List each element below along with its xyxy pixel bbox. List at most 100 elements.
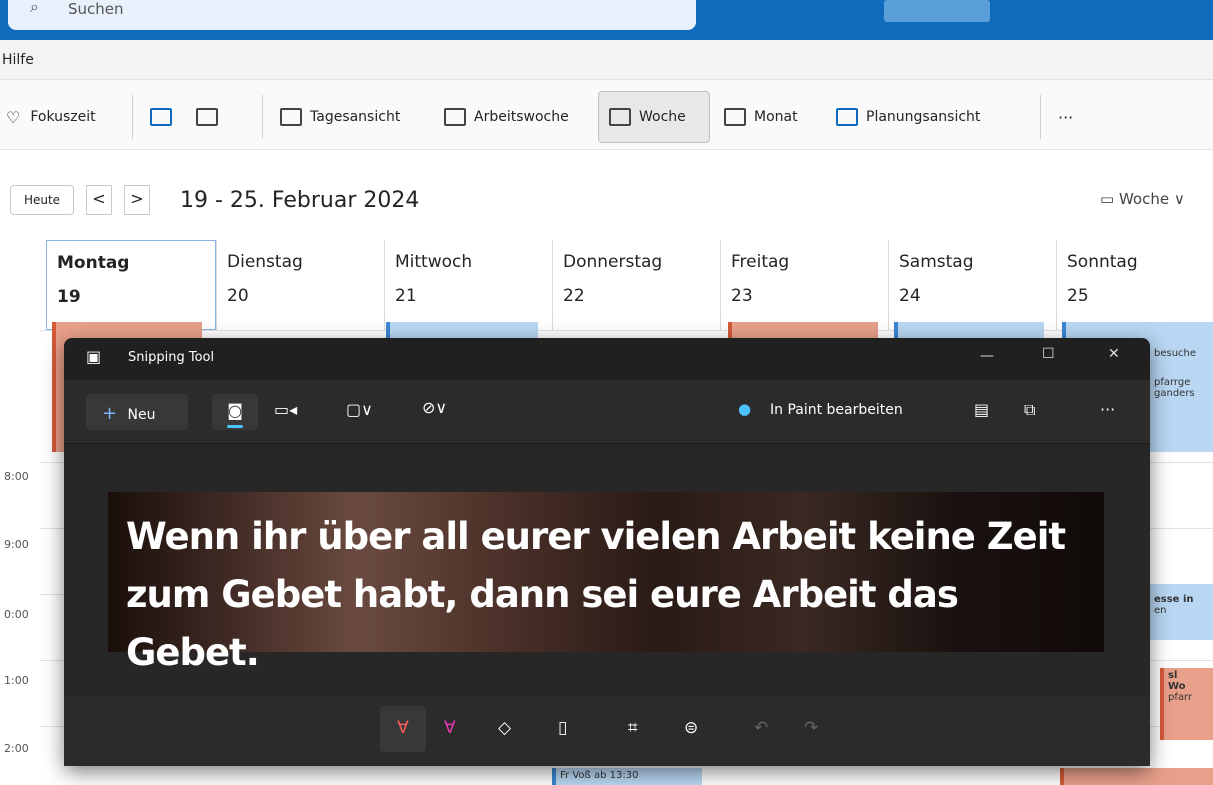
camera-icon: ◙ — [227, 401, 243, 420]
ribbon-separator — [1040, 95, 1041, 139]
redo-icon[interactable]: ↷ — [804, 718, 818, 738]
event-title: pfarr — [1168, 692, 1193, 703]
maximize-button[interactable]: ☐ — [1042, 346, 1055, 362]
month-view-icon — [724, 108, 746, 126]
header-button[interactable] — [884, 0, 990, 22]
day-view-label: Tagesansicht — [310, 109, 401, 125]
time-label: 1:00 — [4, 674, 29, 687]
week-view-label: Woche — [639, 109, 686, 125]
calendar-add-icon — [150, 108, 172, 126]
snip-shape-icon[interactable]: ▢∨ — [346, 400, 373, 419]
day-view-icon — [280, 108, 302, 126]
more-options-button[interactable]: ··· — [1100, 400, 1115, 419]
day-number: 21 — [395, 286, 417, 306]
quote-line-2: zum Gebet habt, dann sei eure Arbeit das… — [126, 573, 959, 674]
undo-icon[interactable]: ↶ — [754, 718, 768, 738]
screenshot-mode-button[interactable]: ◙ — [212, 394, 258, 430]
view-selector[interactable]: ▭ Woche ∨ — [1100, 190, 1185, 208]
time-label: 2:00 — [4, 742, 29, 755]
day-name: Freitag — [731, 252, 790, 272]
week-view-button[interactable]: Woche — [598, 91, 710, 143]
day-name: Samstag — [899, 252, 974, 272]
focus-time-button[interactable]: ♡ Fokuszeit — [6, 91, 96, 143]
time-label: 0:00 — [4, 608, 29, 621]
schedule-view-label: Planungsansicht — [866, 109, 981, 125]
video-mode-icon[interactable]: ▭◂ — [274, 400, 297, 419]
calendar-icon: ▭ — [1100, 190, 1119, 208]
day-header-tuesday[interactable]: Dienstag 20 — [216, 240, 384, 330]
search-placeholder: Suchen — [68, 0, 124, 18]
menu-help[interactable]: Hilfe — [2, 52, 34, 68]
window-title: Snipping Tool — [128, 350, 215, 365]
ballpoint-pen-icon[interactable]: ∀ — [380, 706, 426, 752]
text-actions-icon[interactable]: ⊜ — [684, 718, 698, 738]
schedule-view-icon — [836, 108, 858, 126]
day-header-friday[interactable]: Freitag 23 — [720, 240, 888, 330]
ribbon-more-button[interactable]: ··· — [1058, 91, 1073, 143]
calendar-event[interactable] — [1060, 768, 1213, 785]
day-name: Sonntag — [1067, 252, 1138, 272]
calendar-event[interactable]: sl Wo pfarr — [1160, 668, 1213, 740]
search-input[interactable]: ⌕ Suchen — [8, 0, 696, 30]
day-header-saturday[interactable]: Samstag 24 — [888, 240, 1056, 330]
markup-toolbar: ∀ ∀ ◇ ▯ ⌗ ⊜ ↶ ↷ — [64, 696, 1150, 766]
save-icon[interactable]: ▤ — [974, 400, 989, 419]
highlighter-icon[interactable]: ∀ — [444, 718, 456, 738]
focus-time-label: Fokuszeit — [30, 109, 96, 125]
active-indicator — [227, 425, 243, 428]
new-label: Neu — [127, 407, 156, 423]
quote-line-1: Wenn ihr über all eurer vielen Arbeit ke… — [126, 515, 1066, 558]
event-title: en — [1154, 605, 1167, 616]
day-name: Dienstag — [227, 252, 303, 272]
week-view-icon — [609, 108, 631, 126]
lightbulb-icon: ♡ — [6, 107, 21, 127]
event-title: besuche — [1154, 348, 1197, 359]
event-title: Wo — [1168, 681, 1186, 692]
ruler-icon[interactable]: ▯ — [558, 718, 567, 738]
workweek-icon — [444, 108, 466, 126]
new-item-button[interactable] — [196, 91, 226, 143]
ribbon-separator — [132, 95, 133, 139]
month-view-button[interactable]: Monat — [724, 91, 798, 143]
time-label: 8:00 — [4, 470, 29, 483]
previous-week-button[interactable]: < — [86, 185, 112, 215]
day-header-monday[interactable]: Montag 19 — [46, 240, 216, 330]
close-button[interactable]: ✕ — [1108, 346, 1120, 362]
event-title: esse in — [1154, 594, 1194, 605]
day-name: Mittwoch — [395, 252, 473, 272]
edit-in-paint-button[interactable]: In Paint bearbeiten — [770, 402, 903, 418]
crop-icon[interactable]: ⌗ — [628, 718, 638, 738]
workweek-view-button[interactable]: Arbeitswoche — [444, 91, 569, 143]
event-title: sl — [1168, 670, 1178, 681]
schedule-view-button[interactable]: Planungsansicht — [836, 91, 980, 143]
day-header-wednesday[interactable]: Mittwoch 21 — [384, 240, 552, 330]
ribbon-separator — [262, 95, 263, 139]
new-snip-button[interactable]: + Neu — [86, 394, 188, 430]
new-event-button[interactable] — [150, 91, 180, 143]
copy-icon[interactable]: ⧉ — [1024, 400, 1035, 420]
snipping-toolbar: + Neu ◙ ▭◂ ▢∨ ⊘∨ ● In Paint bearbeiten ▤… — [64, 380, 1150, 444]
time-label: 9:00 — [4, 538, 29, 551]
menu-bar: Hilfe — [0, 40, 1213, 80]
day-number: 20 — [227, 286, 249, 306]
captured-image: Wenn ihr über all eurer vielen Arbeit ke… — [108, 492, 1104, 674]
paint-icon: ● — [738, 400, 752, 418]
calendar-event[interactable]: Fr Voß ab 13:30 — [552, 768, 702, 785]
timer-icon[interactable]: ⊘∨ — [422, 398, 447, 417]
eraser-icon[interactable]: ◇ — [498, 718, 511, 738]
event-title: ganders — [1154, 388, 1195, 399]
next-week-button[interactable]: > — [124, 185, 150, 215]
day-number: 25 — [1067, 286, 1089, 306]
snipping-tool-app-icon: ▣ — [86, 347, 102, 366]
day-number: 23 — [731, 286, 753, 306]
day-header-thursday[interactable]: Donnerstag 22 — [552, 240, 720, 330]
event-title: pfarrge — [1154, 377, 1191, 388]
day-name: Montag — [57, 253, 130, 273]
plus-icon: + — [102, 403, 118, 424]
day-view-button[interactable]: Tagesansicht — [280, 91, 400, 143]
calendar-item-icon — [196, 108, 218, 126]
day-number: 22 — [563, 286, 585, 306]
today-button[interactable]: Heute — [10, 185, 74, 215]
minimize-button[interactable]: — — [980, 348, 994, 364]
day-header-sunday[interactable]: Sonntag 25 — [1056, 240, 1213, 330]
